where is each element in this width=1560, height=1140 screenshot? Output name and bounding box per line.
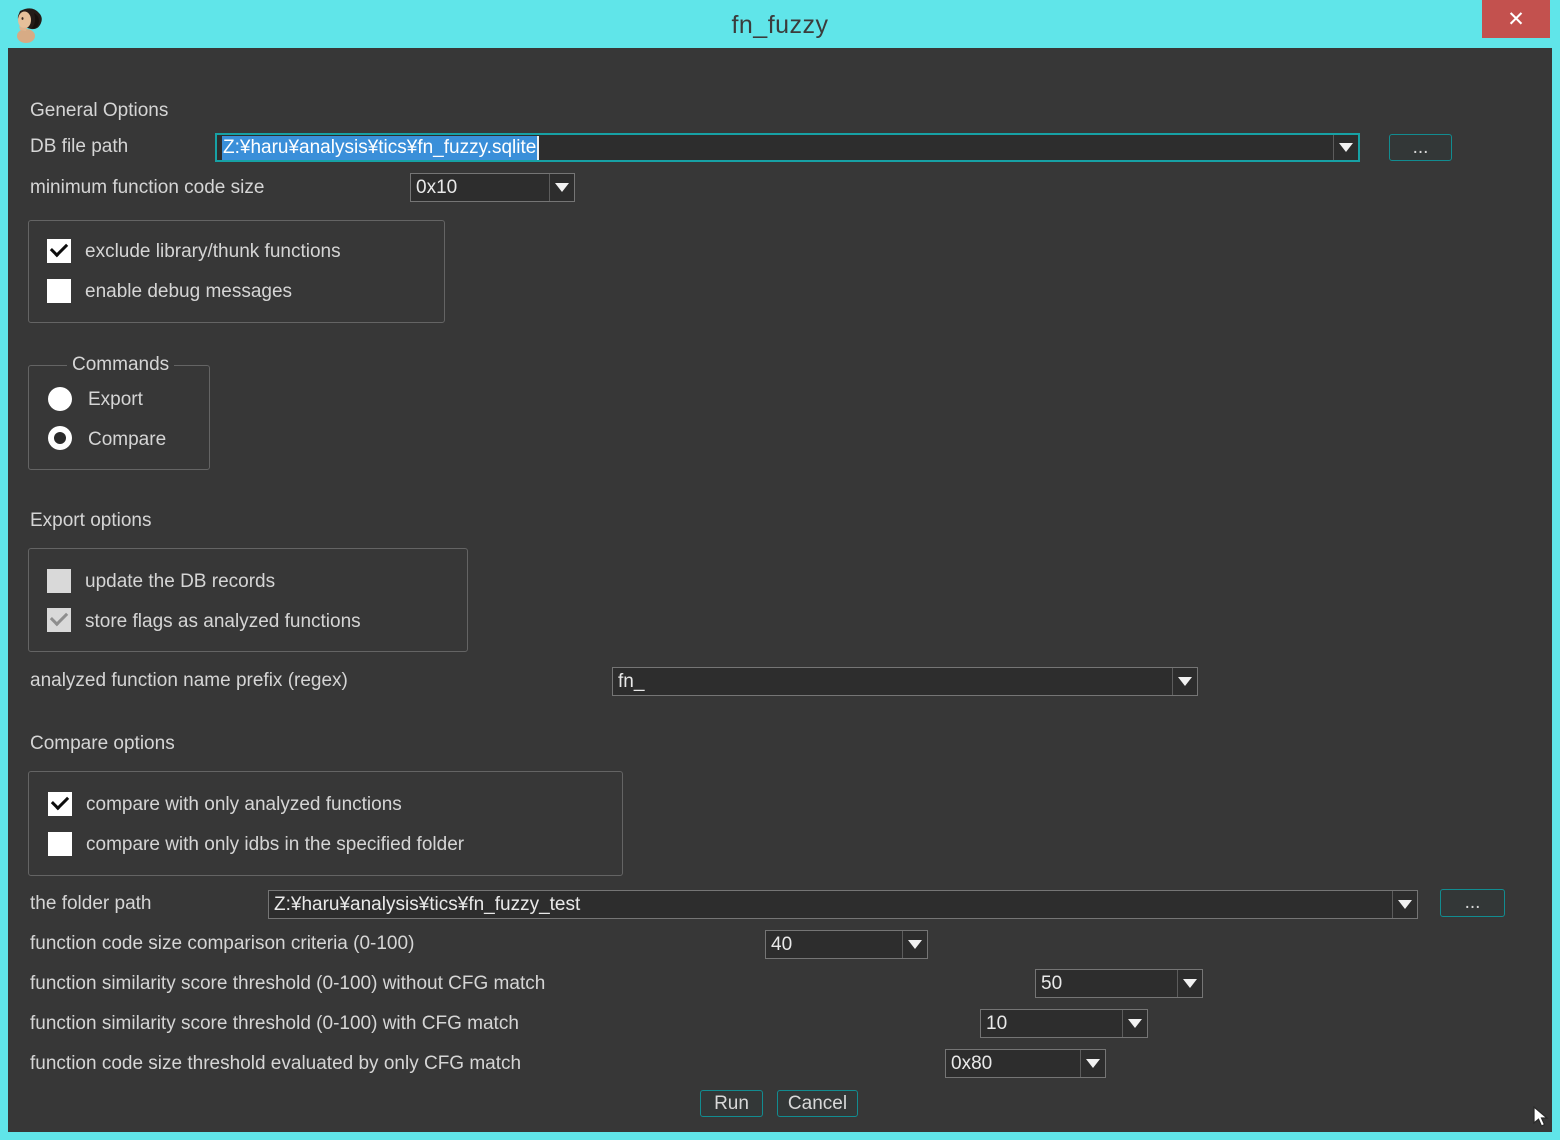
db-file-path-label: DB file path — [30, 136, 128, 158]
sim-without-cfg-value: 50 — [1036, 970, 1177, 997]
only-idbs-label[interactable]: compare with only idbs in the specified … — [86, 834, 464, 856]
window-title: fn_fuzzy — [0, 11, 1560, 40]
chevron-down-icon — [1183, 979, 1197, 988]
chevron-down-icon — [1128, 1019, 1142, 1028]
criteria-label: function code size comparison criteria (… — [30, 933, 414, 955]
min-code-size-combo[interactable]: 0x10 — [410, 173, 575, 202]
close-icon: ✕ — [1507, 7, 1525, 32]
criteria-combo[interactable]: 40 — [765, 930, 928, 959]
sim-with-cfg-value: 10 — [981, 1010, 1122, 1037]
enable-debug-checkbox[interactable] — [47, 279, 71, 303]
export-options-heading: Export options — [30, 510, 151, 532]
commands-group-title: Commands — [67, 354, 174, 376]
exclude-library-label[interactable]: exclude library/thunk functions — [85, 241, 341, 263]
compare-options-heading: Compare options — [30, 733, 175, 755]
export-radio[interactable] — [48, 387, 72, 411]
store-flags-label: store flags as analyzed functions — [85, 611, 361, 633]
mouse-cursor-icon — [1532, 1106, 1552, 1128]
only-idbs-checkbox[interactable] — [48, 832, 72, 856]
fn-fuzzy-dialog: General Options DB file path Z:¥haru¥ana… — [8, 48, 1552, 1132]
chevron-down-icon — [1339, 143, 1353, 152]
enable-debug-label[interactable]: enable debug messages — [85, 281, 292, 303]
folder-browse-button[interactable]: ... — [1440, 889, 1505, 917]
general-checkbox-group — [28, 220, 445, 323]
chevron-down-icon — [1178, 677, 1192, 686]
size-cfg-combo[interactable]: 0x80 — [945, 1049, 1106, 1078]
folder-path-label: the folder path — [30, 893, 151, 915]
store-flags-checkbox — [47, 608, 71, 632]
compare-options-group — [28, 771, 623, 876]
size-cfg-label: function code size threshold evaluated b… — [30, 1053, 521, 1075]
prefix-label: analyzed function name prefix (regex) — [30, 670, 348, 692]
db-file-path-dropdown-button[interactable] — [1333, 135, 1358, 160]
sim-without-cfg-combo[interactable]: 50 — [1035, 969, 1203, 998]
update-db-checkbox — [47, 569, 71, 593]
db-file-path-combo[interactable]: Z:¥haru¥analysis¥tics¥fn_fuzzy.sqlite — [215, 133, 1360, 162]
update-db-label: update the DB records — [85, 571, 275, 593]
chevron-down-icon — [908, 940, 922, 949]
sim-without-cfg-label: function similarity score threshold (0-1… — [30, 973, 545, 995]
only-analyzed-label[interactable]: compare with only analyzed functions — [86, 794, 402, 816]
size-cfg-value: 0x80 — [946, 1050, 1080, 1077]
folder-path-dropdown-button[interactable] — [1392, 891, 1417, 918]
chevron-down-icon — [1086, 1059, 1100, 1068]
prefix-dropdown-button[interactable] — [1172, 668, 1197, 695]
compare-radio[interactable] — [48, 426, 72, 450]
criteria-dropdown-button[interactable] — [902, 931, 927, 958]
general-options-heading: General Options — [30, 100, 168, 122]
db-file-browse-button[interactable]: ... — [1389, 134, 1452, 161]
size-cfg-dropdown-button[interactable] — [1080, 1050, 1105, 1077]
sim-without-cfg-dropdown-button[interactable] — [1177, 970, 1202, 997]
db-file-path-value: Z:¥haru¥analysis¥tics¥fn_fuzzy.sqlite — [217, 135, 1333, 160]
commands-group: Commands — [28, 365, 210, 470]
titlebar: fn_fuzzy ✕ — [0, 0, 1560, 48]
min-code-size-dropdown-button[interactable] — [549, 174, 574, 201]
chevron-down-icon — [1398, 900, 1412, 909]
sim-with-cfg-dropdown-button[interactable] — [1122, 1010, 1147, 1037]
run-button[interactable]: Run — [700, 1090, 763, 1117]
criteria-value: 40 — [766, 931, 902, 958]
export-options-group — [28, 548, 468, 652]
prefix-value: fn_ — [613, 668, 1172, 695]
only-analyzed-checkbox[interactable] — [48, 792, 72, 816]
close-button[interactable]: ✕ — [1482, 0, 1550, 38]
export-radio-label[interactable]: Export — [88, 389, 143, 411]
folder-path-value: Z:¥haru¥analysis¥tics¥fn_fuzzy_test — [269, 891, 1392, 918]
prefix-combo[interactable]: fn_ — [612, 667, 1198, 696]
exclude-library-checkbox[interactable] — [47, 239, 71, 263]
sim-with-cfg-label: function similarity score threshold (0-1… — [30, 1013, 519, 1035]
cancel-button[interactable]: Cancel — [777, 1090, 858, 1117]
chevron-down-icon — [555, 183, 569, 192]
sim-with-cfg-combo[interactable]: 10 — [980, 1009, 1148, 1038]
compare-radio-label[interactable]: Compare — [88, 429, 166, 451]
min-code-size-value: 0x10 — [411, 174, 549, 201]
min-code-size-label: minimum function code size — [30, 177, 264, 199]
folder-path-combo[interactable]: Z:¥haru¥analysis¥tics¥fn_fuzzy_test — [268, 890, 1418, 919]
